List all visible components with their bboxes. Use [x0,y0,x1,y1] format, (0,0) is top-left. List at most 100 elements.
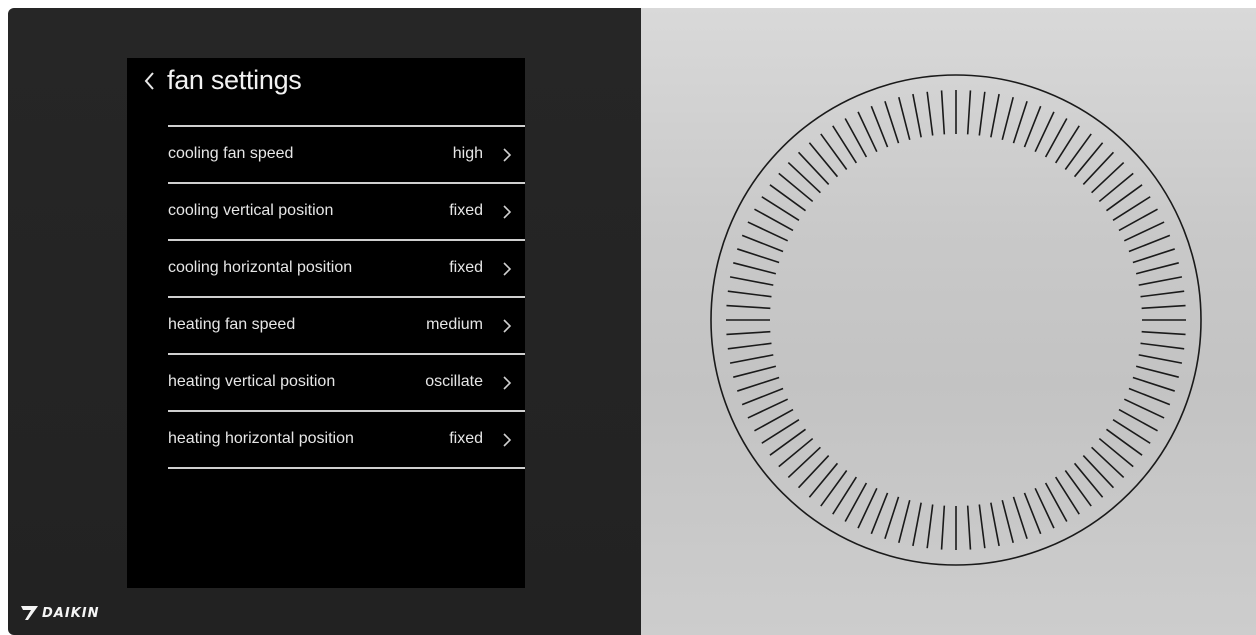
chevron-right-icon [503,262,512,276]
dial-tick [726,330,771,336]
dial-tick [797,151,830,185]
setting-row-heating-vertical-position[interactable]: heating vertical position oscillate [168,355,525,412]
dial-tick [1098,437,1134,468]
dial-tick [898,97,911,141]
dial-tick [820,470,848,507]
dial-tick [778,437,814,468]
dial-tick [898,499,911,543]
dial-tick [820,133,848,170]
dial-tick [726,304,771,310]
dial-tick [1132,376,1175,392]
dial-tick [912,93,922,138]
dial-tick [808,462,839,498]
setting-label: heating fan speed [168,316,296,333]
dial-tick [729,276,774,286]
dial-tick [1140,342,1185,350]
dial-tick [741,387,784,406]
dial-tick [870,105,889,148]
dial-tick [1140,290,1185,298]
setting-label: heating horizontal position [168,430,354,447]
dial-tick [1023,492,1042,535]
dial-tick [1001,499,1014,543]
dial-tick [737,376,780,392]
dial-tick [733,262,777,275]
dial-tick [1001,97,1014,141]
thermostat-device: fan settings cooling fan speed high cool… [8,8,1256,635]
dial-tick [1012,101,1028,144]
chevron-right-icon [503,148,512,162]
dial-tick [1012,496,1028,539]
dial-tick [808,142,839,178]
brand-name: DAIKIN [42,605,100,621]
setting-label: heating vertical position [168,373,336,390]
dial-tick [1141,330,1186,336]
setting-label: cooling fan speed [168,145,294,162]
setting-row-cooling-vertical-position[interactable]: cooling vertical position fixed [168,184,525,241]
brand-logo: DAIKIN [21,604,99,622]
dial-tick [1023,105,1042,148]
dial-tick [1064,133,1092,170]
settings-list: cooling fan speed high cooling vertical … [168,125,525,469]
chevron-right-icon [503,376,512,390]
dial-tick [1128,387,1171,406]
rotary-dial[interactable] [706,70,1206,570]
screen-header: fan settings [127,58,525,120]
dial-tick [940,90,946,135]
dial-tick [787,446,821,479]
dial-tick [884,496,900,539]
chevron-right-icon [503,319,512,333]
dial-tick [1106,184,1143,212]
dial-tick [912,502,922,547]
setting-label: cooling vertical position [168,202,334,219]
dial-tick [926,504,934,549]
dial-tick [966,90,972,135]
dial-tick [729,354,774,364]
dial-ticks [726,90,1186,550]
dial-tick [1073,142,1104,178]
setting-value: high [452,145,483,162]
dial-tick [1082,455,1115,489]
dial-tick [1141,304,1186,310]
dial-tick [884,101,900,144]
setting-row-cooling-fan-speed[interactable]: cooling fan speed high [168,127,525,184]
dial-tick [990,502,1000,547]
dial-tick [1132,248,1175,264]
chevron-right-icon [503,433,512,447]
setting-label: cooling horizontal position [168,259,353,276]
setting-value: fixed [449,430,483,447]
dial-tick [797,455,830,489]
setting-row-heating-fan-speed[interactable]: heating fan speed medium [168,298,525,355]
dial-panel [641,8,1256,635]
dial-outer-ring [710,74,1202,566]
dial-tick [1064,470,1092,507]
setting-value: medium [426,316,483,333]
dial-tick [741,234,784,253]
dial-tick [990,93,1000,138]
dial-tick [1098,172,1134,203]
chevron-right-icon [503,205,512,219]
dial-tick [940,505,946,550]
daikin-logo-icon [21,606,38,620]
dial-tick [926,91,934,136]
dial-tick [727,290,772,298]
dial-tick [1128,234,1171,253]
dial-tick [978,91,986,136]
dial-tick [870,492,889,535]
setting-row-heating-horizontal-position[interactable]: heating horizontal position fixed [168,412,525,469]
setting-value: oscillate [425,373,483,390]
dial-tick [1106,428,1143,456]
dial-tick [733,365,777,378]
control-panel: fan settings cooling fan speed high cool… [8,8,641,635]
page-title: fan settings [167,65,302,95]
dial-tick [1091,161,1125,194]
dial-tick [778,172,814,203]
dial-tick [978,504,986,549]
setting-row-cooling-horizontal-position[interactable]: cooling horizontal position fixed [168,241,525,298]
display-screen: fan settings cooling fan speed high cool… [127,58,525,588]
dial-tick [1135,262,1179,275]
chevron-left-icon[interactable] [139,68,161,94]
dial-tick [769,428,806,456]
dial-tick [737,248,780,264]
dial-tick [1135,365,1179,378]
setting-value: fixed [449,259,483,276]
